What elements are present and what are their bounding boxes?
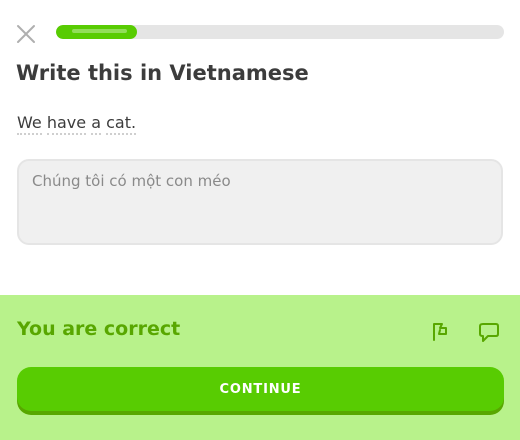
challenge-title: Write this in Vietnamese	[16, 61, 309, 85]
discuss-button[interactable]	[477, 320, 501, 344]
flag-icon	[433, 323, 447, 341]
feedback-panel: You are correct CONTINUE	[0, 295, 520, 440]
progress-bar	[56, 25, 504, 39]
close-button[interactable]	[16, 24, 36, 44]
feedback-title: You are correct	[17, 318, 181, 340]
prompt-word[interactable]: cat.	[106, 114, 137, 135]
prompt-sentence: We have a cat.	[17, 113, 137, 135]
answer-text: Chúng tôi có một con méo	[32, 172, 231, 190]
answer-textarea: Chúng tôi có một con méo	[17, 159, 503, 245]
progress-bar-highlight	[72, 29, 127, 33]
prompt-word[interactable]: We	[17, 114, 42, 135]
continue-button[interactable]: CONTINUE	[17, 367, 504, 411]
prompt-word[interactable]: a	[91, 114, 101, 135]
prompt-word[interactable]: have	[46, 114, 87, 135]
close-icon	[17, 25, 35, 43]
report-button[interactable]	[429, 320, 451, 342]
comment-icon	[479, 323, 499, 342]
progress-bar-fill	[56, 25, 137, 39]
